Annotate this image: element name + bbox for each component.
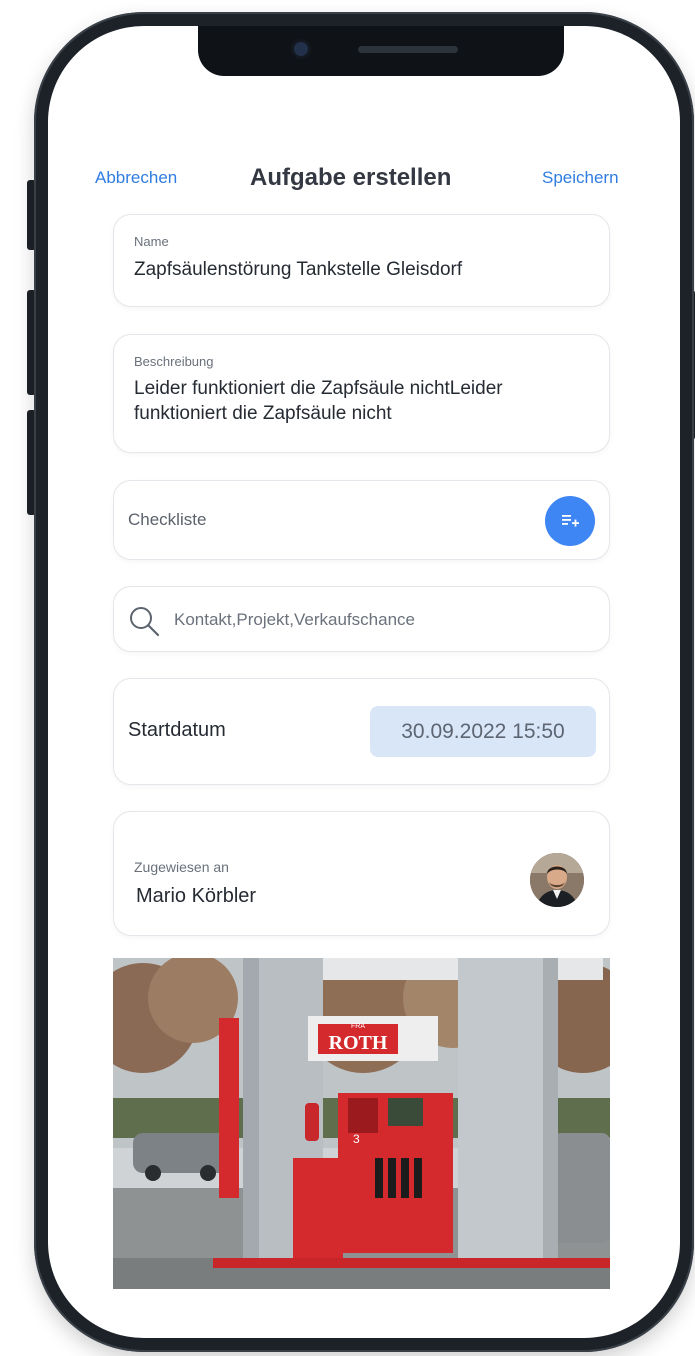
gas-station-photo: FRA ROTH 3 — [113, 958, 610, 1289]
start-date-label: Startdatum — [128, 719, 226, 741]
start-date-field[interactable]: Startdatum 30.09.2022 15:50 — [113, 678, 610, 785]
assignee-label: Zugewiesen an — [134, 859, 229, 875]
add-checklist-button[interactable] — [545, 496, 595, 546]
search-input[interactable] — [174, 605, 594, 635]
notch — [198, 26, 564, 76]
page-title: Aufgabe erstellen — [250, 164, 452, 191]
search-field[interactable] — [113, 586, 610, 652]
pump-number: 3 — [353, 1132, 360, 1146]
save-button[interactable]: Speichern — [542, 168, 619, 188]
checklist-label: Checkliste — [128, 510, 207, 529]
sign-text: ROTH — [329, 1032, 388, 1054]
description-line-1[interactable]: Leider funktioniert die Zapfsäule nichtL… — [134, 376, 503, 401]
name-field-label: Name — [134, 234, 169, 249]
assignee-name: Mario Körbler — [136, 885, 257, 907]
attachment-photo[interactable]: FRA ROTH 3 — [113, 958, 610, 1289]
description-field-label: Beschreibung — [134, 354, 214, 369]
search-icon — [130, 607, 160, 637]
playlist-add-icon — [562, 515, 579, 527]
front-camera — [294, 42, 308, 56]
sign-prefix-text: FRA — [351, 1023, 365, 1030]
avatar[interactable] — [530, 853, 584, 907]
start-date-picker[interactable]: 30.09.2022 15:50 — [370, 706, 596, 757]
name-field[interactable]: Name Zapfsäulenstörung Tankstelle Gleisd… — [113, 214, 610, 307]
checklist-field[interactable]: Checkliste — [113, 480, 610, 560]
speaker-grille — [358, 46, 458, 53]
description-field[interactable]: Beschreibung Leider funktioniert die Zap… — [113, 334, 610, 453]
name-field-value[interactable]: Zapfsäulenstörung Tankstelle Gleisdorf — [134, 257, 462, 282]
assignee-field[interactable]: Zugewiesen an Mario Körbler — [113, 811, 610, 936]
cancel-button[interactable]: Abbrechen — [95, 168, 177, 188]
description-line-2[interactable]: funktioniert die Zapfsäule nicht — [134, 401, 392, 426]
avatar-image — [530, 853, 584, 907]
